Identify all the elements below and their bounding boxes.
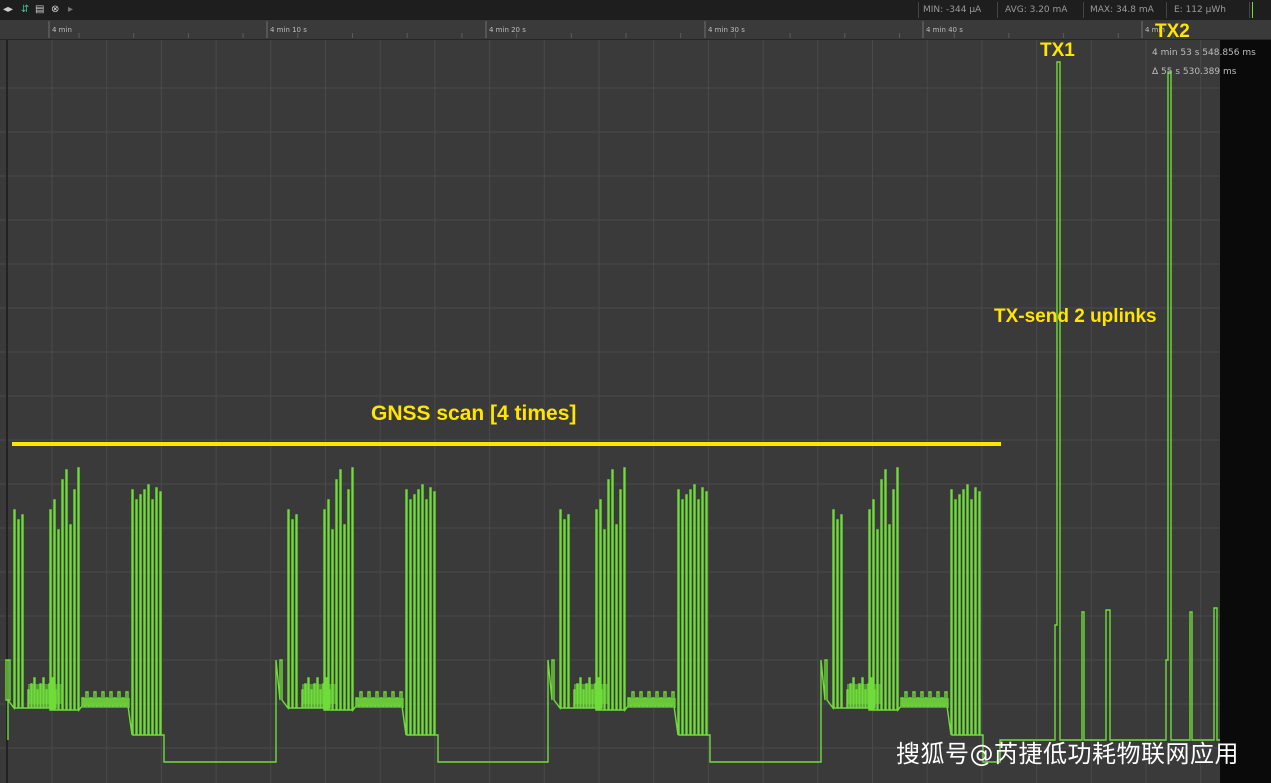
gnss-idle-band [901,698,949,708]
ruler-tick-label: 4 min 30 s [708,26,745,34]
gnss-burst-band [847,684,881,704]
gnss-idle-band [82,698,130,708]
tx1-label: TX1 [1040,40,1075,61]
cursor-delta: Δ 55 s 530.389 ms [1152,67,1237,77]
ruler-tick-label: 4 min 10 s [270,26,307,34]
gnss-burst-band [28,684,62,704]
gnss-idle-band [628,698,676,708]
current-plot[interactable]: 4 min 4 min 10 s 4 min 20 s 4 min 30 s 4 min… [0,0,1271,783]
gnss-burst-band [302,684,336,704]
gnss-burst-band [574,684,608,704]
ruler-tick-label: 4 min [52,26,72,34]
gnss-scan-label: GNSS scan [4 times] [371,402,576,425]
ruler-tick-label: 4 min 20 s [489,26,526,34]
cursor-time: 4 min 53 s 548.856 ms [1152,48,1256,58]
right-panel [1220,40,1271,783]
tx-send-label: TX-send 2 uplinks [994,306,1157,327]
watermark: 搜狐号@芮捷低功耗物联网应用 [896,740,1239,768]
cursor-readout: 4 min 53 s 548.856 ms Δ 55 s 530.389 ms [1152,44,1256,82]
tx2-label: TX2 [1155,21,1190,42]
ruler-ticks: 4 min 4 min 10 s 4 min 20 s 4 min 30 s 4 min… [48,21,1174,38]
gnss-idle-band [356,698,404,708]
ruler-tick-label: 4 min 40 s [926,26,963,34]
